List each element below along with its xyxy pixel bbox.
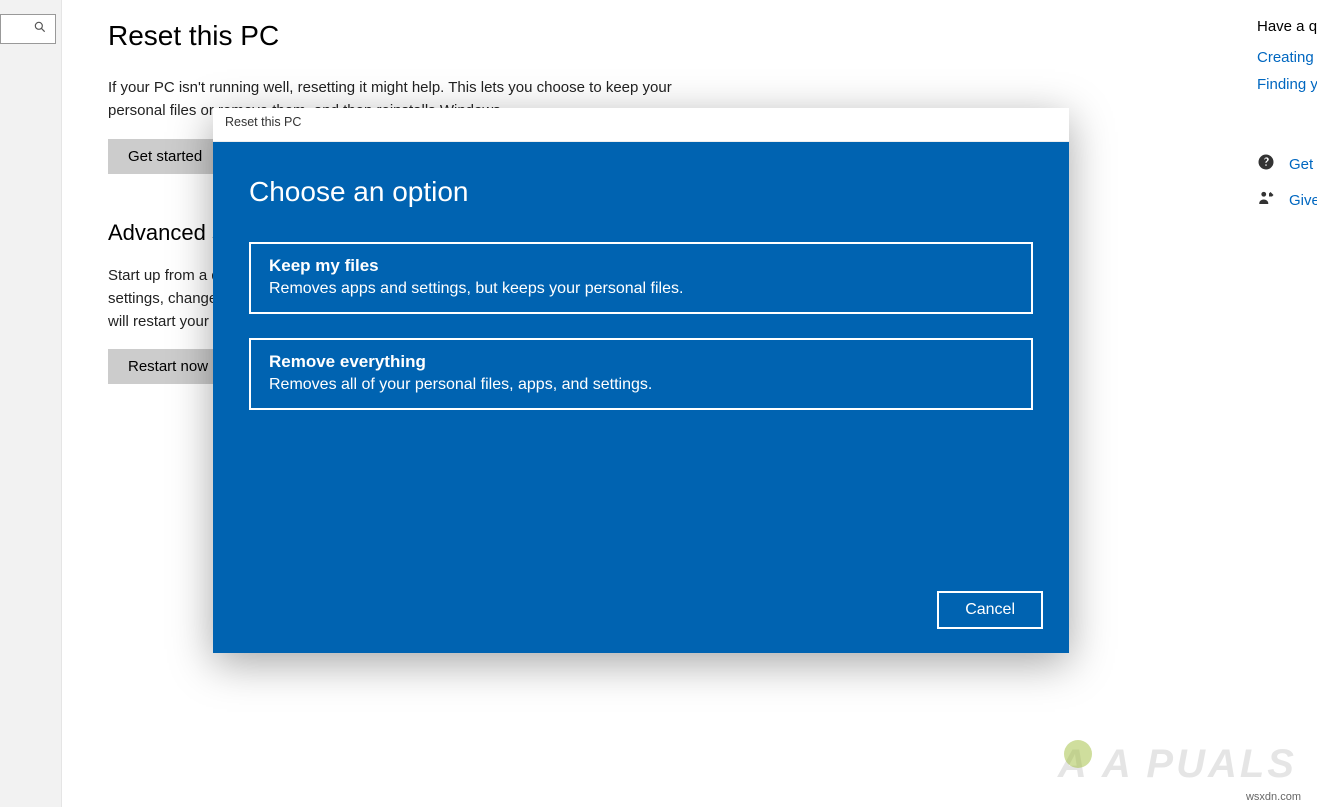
option-remove-desc: Removes all of your personal files, apps… bbox=[269, 376, 1013, 394]
search-input[interactable] bbox=[0, 14, 56, 44]
help-link-finding[interactable]: Finding your recovery key bbox=[1257, 76, 1317, 93]
search-icon bbox=[33, 20, 47, 39]
dialog-heading: Choose an option bbox=[249, 176, 1033, 208]
give-feedback-label: Give feedback bbox=[1289, 192, 1317, 209]
help-column: Have a question? Creating a recovery dri… bbox=[1257, 18, 1317, 225]
have-a-question-label: Have a question? bbox=[1257, 18, 1317, 35]
get-started-button[interactable]: Get started bbox=[108, 139, 222, 174]
dialog-body: Choose an option Keep my files Removes a… bbox=[213, 142, 1069, 653]
dialog-titlebar: Reset this PC bbox=[213, 108, 1069, 142]
watermark-source: wsxdn.com bbox=[1246, 791, 1301, 803]
cancel-button[interactable]: Cancel bbox=[937, 591, 1043, 629]
reset-pc-dialog: Reset this PC Choose an option Keep my f… bbox=[213, 108, 1069, 653]
option-keep-title: Keep my files bbox=[269, 256, 1013, 276]
option-keep-my-files[interactable]: Keep my files Removes apps and settings,… bbox=[249, 242, 1033, 314]
option-remove-title: Remove everything bbox=[269, 352, 1013, 372]
get-help-link[interactable]: Get help bbox=[1257, 153, 1317, 175]
help-link-creating[interactable]: Creating a recovery drive bbox=[1257, 49, 1317, 66]
get-help-label: Get help bbox=[1289, 156, 1317, 173]
watermark-logo: A A PUALS bbox=[1058, 742, 1297, 787]
option-remove-everything[interactable]: Remove everything Removes all of your pe… bbox=[249, 338, 1033, 410]
feedback-icon bbox=[1257, 189, 1275, 211]
settings-sidebar-sliver bbox=[0, 0, 62, 807]
get-help-icon bbox=[1257, 153, 1275, 175]
give-feedback-link[interactable]: Give feedback bbox=[1257, 189, 1317, 211]
section-reset-title: Reset this PC bbox=[108, 20, 708, 52]
restart-now-button[interactable]: Restart now bbox=[108, 349, 228, 384]
option-keep-desc: Removes apps and settings, but keeps you… bbox=[269, 280, 1013, 298]
